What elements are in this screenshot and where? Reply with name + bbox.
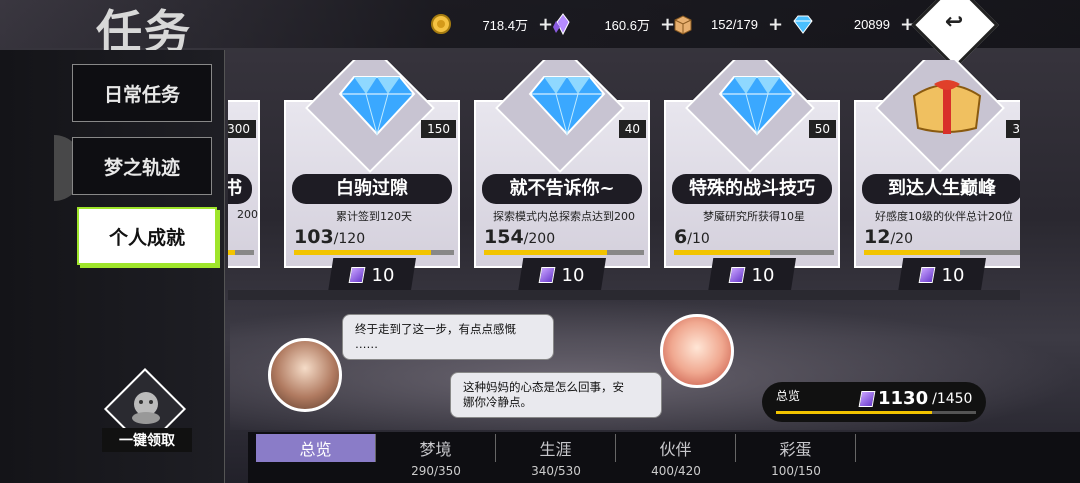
diamond-value: 20899 bbox=[853, 16, 890, 32]
gift-box-icon bbox=[912, 80, 982, 134]
blue-diamond-icon bbox=[793, 15, 813, 34]
summary-panel: 总览 1130/1450 bbox=[762, 382, 986, 422]
card-name: 特殊的战斗技巧 bbox=[672, 174, 832, 204]
summary-progress-bar bbox=[776, 411, 976, 414]
resource-gold: 718.4万 + bbox=[430, 13, 553, 35]
purple-crystal-icon bbox=[538, 267, 555, 283]
card-name: 书 bbox=[228, 174, 252, 204]
card-progress-text: 6/10 bbox=[674, 226, 710, 248]
tab-daily-tasks[interactable]: 日常任务 bbox=[72, 64, 212, 122]
resource-supply: 152/179 + bbox=[672, 13, 783, 35]
summary-value: 1130/1450 bbox=[858, 388, 972, 409]
summary-label: 总览 bbox=[776, 389, 801, 403]
achievement-card[interactable]: 150 白驹过隙 累计签到120天 103/120 bbox=[284, 60, 460, 268]
speech-bubble: 终于走到了这一步，有点点感慨…… bbox=[342, 314, 554, 360]
tab-easter-eggs-progress: 100/150 bbox=[771, 464, 821, 478]
card-progress-bar bbox=[228, 250, 254, 255]
claim-all-label: 一键领取 bbox=[102, 428, 192, 452]
purple-crystal-icon bbox=[348, 267, 365, 283]
card-count: 150 bbox=[421, 120, 456, 138]
tab-easter-eggs[interactable]: 彩蛋 bbox=[736, 434, 856, 462]
card-count: 300 bbox=[228, 120, 256, 138]
add-supply-button[interactable]: + bbox=[768, 14, 783, 35]
speech-bubble: 这种妈妈的心态是怎么回事，安 娜你冷静点。 bbox=[450, 372, 662, 418]
tab-career-progress: 340/530 bbox=[531, 464, 581, 478]
character-avatar[interactable] bbox=[268, 338, 342, 412]
tab-partners-progress: 400/420 bbox=[651, 464, 701, 478]
card-desc: 好感度10级的伙伴总计20位 bbox=[875, 210, 1013, 223]
reward-badge: 10 bbox=[518, 258, 606, 292]
crystal-value: 160.6万 bbox=[604, 17, 650, 33]
purple-crystal-icon bbox=[918, 267, 935, 283]
character-avatar[interactable] bbox=[660, 314, 734, 388]
mascot-icon bbox=[132, 392, 160, 424]
tab-partners[interactable]: 伙伴 bbox=[616, 434, 736, 462]
supply-box-icon bbox=[674, 15, 692, 35]
tab-personal-achievements[interactable]: 个人成就 bbox=[77, 207, 217, 265]
tab-dreamland[interactable]: 梦境 bbox=[376, 434, 496, 462]
resource-crystal: 160.6万 + bbox=[552, 13, 675, 35]
resource-diamond: 20899 + bbox=[792, 13, 915, 35]
card-desc: 探索模式内总探索点达到200 bbox=[493, 210, 635, 223]
purple-crystal-icon bbox=[728, 267, 745, 283]
reward-badge: 10 bbox=[328, 258, 416, 292]
add-gold-button[interactable]: + bbox=[538, 14, 553, 35]
card-count: 50 bbox=[808, 120, 836, 138]
card-name: 就不告诉你~ bbox=[482, 174, 642, 204]
reward-badge: 10 bbox=[708, 258, 796, 292]
gold-value: 718.4万 bbox=[482, 17, 528, 33]
achievement-card[interactable]: 40 就不告诉你~ 探索模式内总探索点达到200 154/200 bbox=[474, 60, 650, 268]
claim-all-button[interactable]: 一键领取 bbox=[102, 367, 192, 452]
card-name: 到达人生巅峰 bbox=[862, 174, 1020, 204]
card-desc: 累计签到120天 bbox=[336, 210, 412, 223]
tab-dream-trajectory[interactable]: 梦之轨迹 bbox=[72, 137, 212, 195]
card-count: 3 bbox=[1006, 120, 1020, 138]
achievement-cards: 300 书 200 150 白驹过隙 累计签到120天 103/120 40 就… bbox=[228, 60, 1020, 300]
card-name: 白驹过隙 bbox=[292, 174, 452, 204]
reward-badge: 10 bbox=[898, 258, 986, 292]
category-tabs: 总览 梦境 290/350 生涯 340/530 伙伴 400/420 彩蛋 1… bbox=[248, 432, 1080, 483]
achievement-card-partial[interactable]: 300 书 200 bbox=[228, 100, 260, 268]
cards-divider bbox=[228, 290, 1020, 300]
card-progress-bar bbox=[864, 250, 1020, 255]
blue-diamond-icon bbox=[338, 76, 416, 136]
tab-dreamland-progress: 290/350 bbox=[411, 464, 461, 478]
card-count: 40 bbox=[618, 120, 646, 138]
purple-crystal-icon bbox=[858, 390, 876, 407]
blue-diamond-icon bbox=[718, 76, 796, 136]
tab-career[interactable]: 生涯 bbox=[496, 434, 616, 462]
gold-coin-icon bbox=[431, 14, 451, 34]
card-desc: 200 bbox=[237, 208, 258, 221]
supply-value: 152/179 bbox=[711, 16, 758, 32]
card-progress-bar bbox=[484, 250, 644, 255]
back-arrow-icon: ↩ bbox=[944, 9, 964, 35]
card-progress-bar bbox=[674, 250, 834, 255]
card-progress-bar bbox=[294, 250, 454, 255]
tab-overview[interactable]: 总览 bbox=[256, 434, 376, 462]
blue-diamond-icon bbox=[528, 76, 606, 136]
achievement-card[interactable]: 3 到达人生巅峰 好感度10级的伙伴总计20位 12/20 bbox=[854, 60, 1020, 268]
card-progress-text: 154/200 bbox=[484, 226, 556, 248]
achievement-card[interactable]: 50 特殊的战斗技巧 梦魇研究所获得10星 6/10 bbox=[664, 60, 840, 268]
card-progress-text: 12/20 bbox=[864, 226, 913, 248]
card-progress-text: 103/120 bbox=[294, 226, 366, 248]
card-desc: 梦魇研究所获得10星 bbox=[703, 210, 805, 223]
purple-crystal-icon bbox=[553, 13, 570, 35]
